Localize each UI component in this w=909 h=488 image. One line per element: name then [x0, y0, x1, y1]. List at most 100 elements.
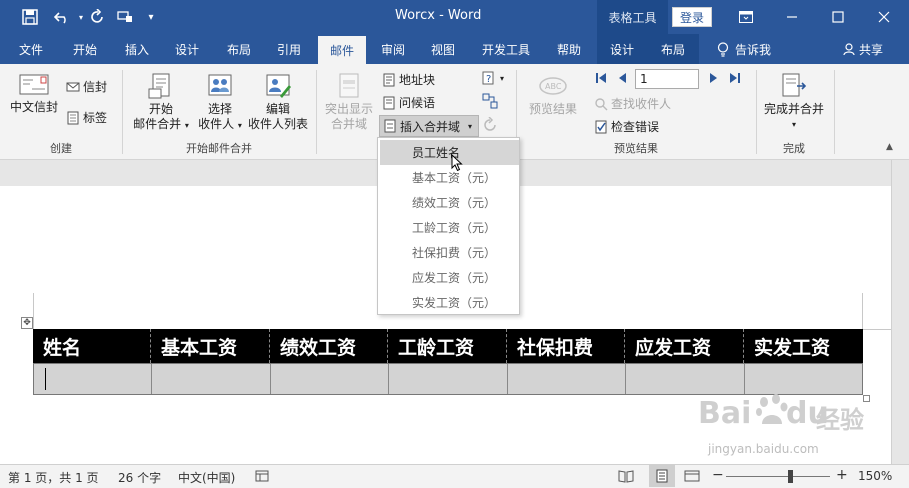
- table-move-handle-icon[interactable]: ✥: [21, 317, 33, 329]
- chinese-envelope-button[interactable]: 中文信封: [8, 72, 60, 115]
- select-recipients-button[interactable]: 选择 收件人 ▾: [192, 72, 248, 133]
- merge-field-option[interactable]: 实发工资（元）: [380, 290, 519, 315]
- tab-review[interactable]: 审阅: [370, 34, 416, 64]
- labels-button[interactable]: 标签: [66, 109, 107, 126]
- greeting-line-button[interactable]: 问候语: [382, 94, 435, 111]
- insert-merge-field-button[interactable]: 插入合并域 ▾: [379, 115, 480, 137]
- read-mode-icon[interactable]: [618, 469, 634, 486]
- tab-references[interactable]: 引用: [266, 34, 312, 64]
- table-cell[interactable]: [626, 364, 745, 394]
- zoom-level[interactable]: 150%: [858, 469, 892, 483]
- merge-field-option[interactable]: 社保扣费（元）: [380, 240, 519, 265]
- merge-field-option[interactable]: 工龄工资（元）: [380, 215, 519, 240]
- vertical-scrollbar[interactable]: [891, 160, 909, 464]
- minimize-icon[interactable]: [769, 0, 815, 34]
- tab-table-design[interactable]: 设计: [597, 34, 647, 64]
- zoom-slider-thumb[interactable]: [788, 470, 793, 483]
- tell-me-search[interactable]: 告诉我: [708, 34, 780, 64]
- merge-field-option[interactable]: 基本工资（元）: [380, 165, 519, 190]
- redo-icon[interactable]: [86, 8, 108, 26]
- start-mail-merge-button[interactable]: 开始 邮件合并 ▾: [130, 72, 192, 133]
- language-indicator[interactable]: 中文(中国): [178, 469, 235, 486]
- check-errors-button[interactable]: 检查错误: [594, 118, 659, 135]
- edit-recipient-list-button[interactable]: 编辑 收件人列表: [246, 72, 310, 132]
- greeting-line-icon: [383, 96, 395, 109]
- last-record-button[interactable]: [728, 71, 742, 85]
- table-cell[interactable]: [34, 364, 152, 394]
- collapse-ribbon-icon[interactable]: ▲: [886, 142, 893, 152]
- tab-mailings[interactable]: 邮件: [318, 36, 366, 64]
- update-labels-button[interactable]: [482, 117, 498, 133]
- save-icon[interactable]: [18, 8, 42, 26]
- envelope-small-icon: [66, 82, 80, 91]
- merge-field-option[interactable]: 应发工资（元）: [380, 265, 519, 290]
- last-record-icon: [730, 73, 740, 83]
- table-header-cell[interactable]: 应发工资: [625, 329, 744, 363]
- lightbulb-icon: [717, 41, 729, 57]
- merge-field-option[interactable]: 绩效工资（元）: [380, 190, 519, 215]
- table-cell[interactable]: [271, 364, 389, 394]
- rules-button[interactable]: ? ▾: [482, 70, 504, 86]
- previous-record-button[interactable]: [616, 71, 630, 85]
- tab-home[interactable]: 开始: [62, 34, 108, 64]
- undo-icon[interactable]: [50, 8, 76, 26]
- ribbon-display-options-icon[interactable]: [723, 0, 769, 34]
- start-merge-line2: 邮件合并: [133, 117, 182, 131]
- watermark-url: jingyan.baidu.com: [708, 442, 819, 456]
- web-layout-icon[interactable]: [684, 469, 700, 486]
- share-button[interactable]: 共享: [836, 34, 890, 64]
- macro-record-icon[interactable]: [255, 470, 269, 485]
- check-errors-icon: [595, 120, 607, 133]
- group-separator: [834, 70, 835, 154]
- customize-toolbar-icon[interactable]: ▾: [144, 8, 158, 26]
- table-header-row: 姓名 基本工资 绩效工资 工龄工资 社保扣费 应发工资 实发工资: [33, 329, 863, 363]
- zoom-out-icon[interactable]: −: [712, 467, 724, 483]
- first-record-button[interactable]: [594, 71, 608, 85]
- tab-design[interactable]: 设计: [164, 34, 210, 64]
- finish-merge-icon: [779, 72, 809, 100]
- table-header-cell[interactable]: 工龄工资: [388, 329, 507, 363]
- tab-help[interactable]: 帮助: [546, 34, 592, 64]
- table-header-cell[interactable]: 基本工资: [151, 329, 270, 363]
- envelopes-button[interactable]: 信封: [66, 78, 107, 95]
- finish-and-merge-button[interactable]: 完成并合并 ▾: [760, 72, 828, 132]
- match-fields-button[interactable]: [482, 93, 498, 109]
- table-header-cell[interactable]: 实发工资: [744, 329, 863, 363]
- table-header-cell[interactable]: 姓名: [33, 329, 151, 363]
- tab-developer[interactable]: 开发工具: [474, 34, 538, 64]
- login-button[interactable]: 登录: [672, 7, 712, 27]
- zoom-slider[interactable]: [726, 476, 830, 477]
- insert-merge-field-label: 插入合并域: [400, 119, 461, 134]
- close-icon[interactable]: [861, 0, 907, 34]
- table-cell[interactable]: [508, 364, 626, 394]
- touch-mode-icon[interactable]: [114, 8, 136, 26]
- zoom-in-icon[interactable]: +: [836, 467, 848, 483]
- mouse-pointer-icon: [451, 154, 463, 172]
- table-header-cell[interactable]: 绩效工资: [270, 329, 388, 363]
- undo-dropdown-icon[interactable]: ▾: [76, 8, 86, 26]
- ribbon-tabs: 文件 开始 插入 设计 布局 引用 邮件 审阅 视图 开发工具 帮助 设计 布局…: [0, 34, 909, 64]
- tab-table-layout[interactable]: 布局: [647, 34, 699, 64]
- table-cell[interactable]: [389, 364, 508, 394]
- tab-view[interactable]: 视图: [420, 34, 466, 64]
- preview-results-button[interactable]: ABC 预览结果: [525, 72, 581, 117]
- record-number-input[interactable]: 1: [635, 69, 699, 89]
- table-cell[interactable]: [152, 364, 271, 394]
- tab-insert[interactable]: 插入: [114, 34, 160, 64]
- preview-results-label: 预览结果: [528, 102, 577, 116]
- maximize-icon[interactable]: [815, 0, 861, 34]
- address-block-button[interactable]: 地址块: [382, 71, 435, 88]
- word-count[interactable]: 26 个字: [118, 469, 161, 486]
- mail-merge-document-icon: [147, 72, 175, 100]
- merge-field-option[interactable]: 员工姓名: [380, 140, 519, 165]
- tab-file[interactable]: 文件: [8, 34, 54, 64]
- next-record-button[interactable]: [706, 71, 720, 85]
- tab-layout[interactable]: 布局: [216, 34, 262, 64]
- find-recipient-button[interactable]: 查找收件人: [594, 95, 671, 112]
- title-bar: ▾ ▾ Worcx - Word 表格工具 登录: [0, 0, 909, 34]
- page-count[interactable]: 第 1 页，共 1 页: [8, 469, 99, 486]
- print-layout-icon[interactable]: [649, 465, 675, 487]
- table-header-cell[interactable]: 社保扣费: [507, 329, 625, 363]
- highlight-merge-fields-button[interactable]: 突出显示 合并域: [322, 72, 376, 132]
- table-cell[interactable]: [745, 364, 862, 394]
